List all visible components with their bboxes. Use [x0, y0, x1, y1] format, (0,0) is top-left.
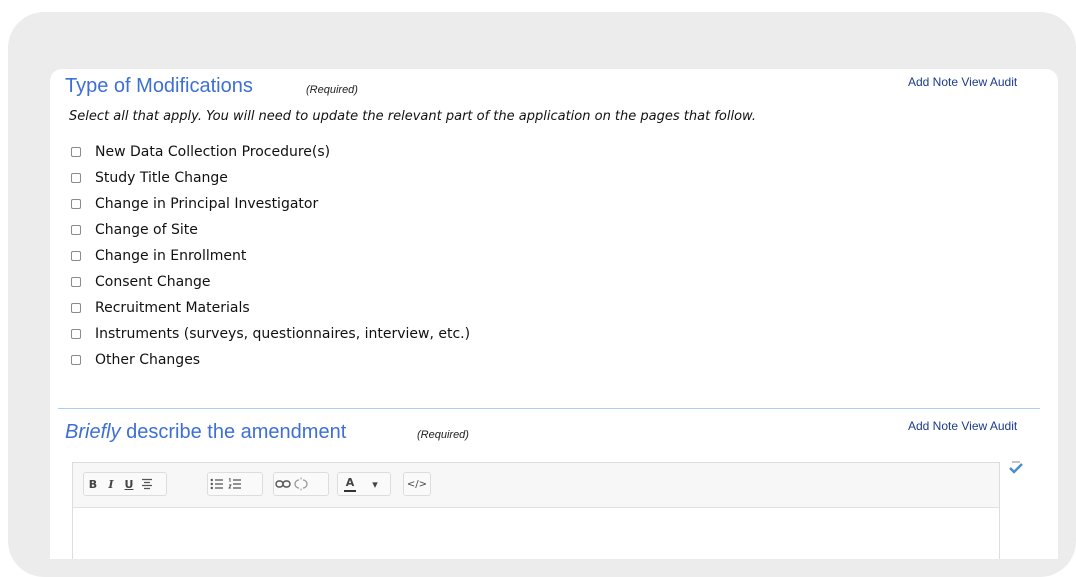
section-title-amendment: Briefly describe the amendment	[65, 421, 346, 444]
option-new-data-collection[interactable]: New Data Collection Procedure(s)	[71, 142, 330, 162]
option-consent-change[interactable]: Consent Change	[71, 272, 211, 292]
numbered-list-icon	[228, 478, 241, 489]
option-change-site[interactable]: Change of Site	[71, 220, 198, 240]
checkbox[interactable]	[71, 277, 81, 287]
numbered-list-button[interactable]	[226, 473, 244, 495]
text-style-group: B I U	[83, 472, 167, 496]
outer-frame: Type of Modifications (Required) Add Not…	[8, 12, 1076, 577]
checkbox[interactable]	[71, 251, 81, 261]
link-group	[273, 472, 329, 496]
checkbox[interactable]	[71, 355, 81, 365]
option-label: New Data Collection Procedure(s)	[95, 144, 331, 160]
option-recruitment-materials[interactable]: Recruitment Materials	[71, 298, 250, 318]
instructions-text: Select all that apply. You will need to …	[69, 109, 756, 124]
option-label: Change in Principal Investigator	[95, 196, 319, 212]
title-rest: describe the amendment	[120, 421, 347, 443]
option-other-changes[interactable]: Other Changes	[71, 350, 200, 370]
spellcheck-icon[interactable]	[1008, 461, 1024, 475]
option-change-pi[interactable]: Change in Principal Investigator	[71, 194, 318, 214]
bulleted-list-button[interactable]	[208, 473, 226, 495]
option-instruments[interactable]: Instruments (surveys, questionnaires, in…	[71, 324, 470, 344]
font-color-dropdown[interactable]: ▾	[362, 473, 388, 495]
rich-text-editor[interactable]: B I U A ▾ </>	[72, 462, 1000, 559]
required-label: (Required)	[306, 84, 358, 96]
source-group: </>	[403, 472, 431, 496]
unlink-icon	[294, 477, 308, 491]
font-color-swatch	[344, 489, 356, 492]
option-study-title-change[interactable]: Study Title Change	[71, 168, 228, 188]
italic-button[interactable]: I	[102, 473, 120, 495]
remove-link-button[interactable]	[292, 473, 310, 495]
underline-button[interactable]: U	[120, 473, 138, 495]
checkbox[interactable]	[71, 199, 81, 209]
option-label: Other Changes	[95, 352, 201, 368]
required-label: (Required)	[417, 429, 469, 441]
add-note-link[interactable]: Add Note	[908, 419, 958, 433]
option-change-enrollment[interactable]: Change in Enrollment	[71, 246, 246, 266]
align-center-icon	[142, 478, 152, 490]
align-center-button[interactable]	[138, 473, 156, 495]
title-emphasis: Briefly	[65, 421, 121, 443]
view-audit-link[interactable]: View Audit	[961, 419, 1017, 433]
checkbox[interactable]	[71, 147, 81, 157]
section-divider	[58, 408, 1040, 409]
option-label: Consent Change	[95, 274, 211, 290]
font-color-button[interactable]: A	[338, 473, 362, 495]
font-color-label: A	[345, 475, 355, 489]
checkbox[interactable]	[71, 173, 81, 183]
bulleted-list-icon	[210, 478, 223, 490]
option-label: Study Title Change	[95, 170, 228, 186]
link-icon	[275, 480, 291, 488]
list-group	[207, 472, 263, 496]
checkbox[interactable]	[71, 329, 81, 339]
add-note-link[interactable]: Add Note	[908, 75, 958, 89]
font-color-group[interactable]: A ▾	[337, 472, 391, 496]
checkbox[interactable]	[71, 303, 81, 313]
checkbox[interactable]	[71, 225, 81, 235]
editor-toolbar: B I U A ▾ </>	[73, 463, 999, 508]
editor-content[interactable]	[73, 508, 999, 559]
source-code-button[interactable]: </>	[404, 473, 430, 495]
section-title-modifications: Type of Modifications	[65, 75, 253, 97]
option-label: Change of Site	[95, 222, 198, 238]
option-label: Instruments (surveys, questionnaires, in…	[95, 326, 471, 342]
bold-button[interactable]: B	[84, 473, 102, 495]
form-panel: Type of Modifications (Required) Add Not…	[50, 69, 1058, 559]
option-label: Change in Enrollment	[95, 248, 247, 264]
section-actions: Add Note View Audit	[908, 419, 1017, 433]
option-label: Recruitment Materials	[95, 300, 250, 316]
view-audit-link[interactable]: View Audit	[961, 75, 1017, 89]
section-actions: Add Note View Audit	[908, 75, 1017, 89]
insert-link-button[interactable]	[274, 473, 292, 495]
